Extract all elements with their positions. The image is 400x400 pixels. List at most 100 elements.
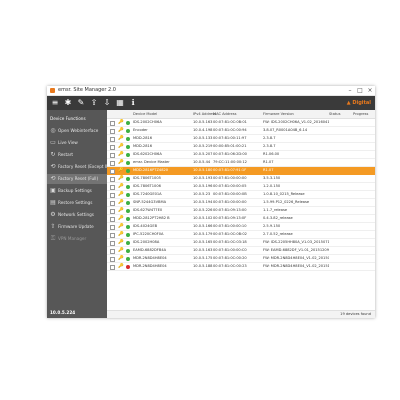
grid-icon[interactable]: ▦ [115,98,125,108]
row-checkbox[interactable] [110,120,115,126]
cell-mac-address: 00:07:81:00:11:97 [213,136,247,140]
table-row[interactable]: 🔑 MDD-2816 10.0.5.133 00:07:81:00:11:97 2.3.… [107,135,375,143]
row-checkbox[interactable] [110,192,115,198]
cell-mac-address: 00:07:81:00:00:00 [213,176,247,180]
sidebar-item-label: Restart [58,152,74,157]
wrench-icon[interactable]: ✎ [76,98,86,108]
table-row[interactable]: 🔑 Encoder 10.0.4.198 00:07:81:0C:00:94 3.8.0… [107,127,375,135]
table-row[interactable]: 🔑 IDS-4024GEB 10.0.5.166 00:07:81:00:00:10 2… [107,223,375,231]
table-row[interactable]: 🔑 IDS-7240GE01A 10.0.5.23 00:07:81:00:00:0B… [107,191,375,199]
sidebar-item-firmware[interactable]: ⇧ Firmware Update [47,222,107,232]
cell-ipv4-address: 10.0.5.23 [193,192,211,196]
row-checkbox[interactable] [110,264,115,270]
cell-firmware-version: 2.3.8.7 [263,144,276,148]
upload-icon[interactable]: ⇪ [89,98,99,108]
minimize-button[interactable]: – [345,86,355,95]
cell-ipv4-address: 10.0.5.196 [193,184,213,188]
cell-firmware-version: FW: IDS-2002CH06A_V1.02_20160419A [263,120,329,124]
col-progress[interactable]: Progress [353,110,368,118]
row-checkbox[interactable] [110,184,115,190]
cell-device-model: IDS-7806T1006 [133,184,161,188]
cell-mac-address: 00:07:81:09:13:0F [213,216,247,220]
status-bar: 19 devices found [107,310,375,318]
sidebar-item-factory-reset[interactable]: ⟲ Factory Reset (Except IP) [47,162,110,172]
current-ip-label: 10.0.5.224 [50,310,76,315]
row-checkbox[interactable] [110,152,115,158]
table-row[interactable]: 🔑 MDD-2816PTZ4820 10.0.5.180 00:07:81:07:91… [107,167,375,175]
table-row[interactable]: 🔑 IDS-627W4T7E0 10.0.5.226 00:07:81:09:13:0… [107,207,375,215]
sidebar-item-monitor[interactable]: ▭ Live View [47,138,107,148]
cell-mac-address: 00:07:81:00:00:0B [213,192,247,196]
key-icon: 🔑 [118,192,124,197]
table-row[interactable]: 🔑 emsr. Device Master 10.0.5.44 79:CC:11:00… [107,159,375,167]
col-mac-address[interactable]: MAC Address [213,110,236,118]
download-icon[interactable]: ⇩ [102,98,112,108]
factory-reset-icon: ⟲ [50,163,56,170]
row-checkbox[interactable] [110,160,115,166]
table-row[interactable]: 🔑 MDR-2N8D4H8E04 10.0.5.175 00:07:81:0C:00:… [107,255,375,263]
row-checkbox[interactable] [110,248,115,254]
table-row[interactable]: 🔑 EAMD-6882DFB4A 10.0.5.163 00:07:81:00:00:… [107,247,375,255]
settings-icon[interactable]: ✱ [63,98,73,108]
menu-icon[interactable]: ≡ [50,98,60,108]
key-icon: 🔑 [118,128,124,133]
cell-device-model: IDS-7240GE01A [133,192,162,196]
table-row[interactable]: 🔑 IPC-5220CH0F0A 10.0.5.179 00:07:81:0C:0B:… [107,231,375,239]
cell-device-model: IDS-2002H08A [133,240,160,244]
row-checkbox[interactable] [110,128,115,134]
row-checkbox[interactable] [110,136,115,142]
status-dot-icon [126,248,130,253]
cell-device-model: MDD-2816PTZ4820 [133,168,169,172]
sidebar-item-backup[interactable]: ▣ Backup Settings [47,186,107,196]
sidebar-item-network[interactable]: ⚙ Network Settings [47,210,107,220]
close-button[interactable]: × [365,86,375,95]
table-row[interactable]: 🔑 MDD-2816 10.0.5.219 00:00:85:01:00:21 2.3.… [107,143,375,151]
table-row[interactable]: 🔑 IDS-6202CH06A 10.0.5.207 00:07:81:06:2D:0… [107,151,375,159]
cell-ipv4-address: 10.0.5.194 [193,200,213,204]
cell-firmware-version: 2.3.8.7 [263,136,276,140]
sidebar-item-restore[interactable]: ▤ Restore Settings [47,198,107,208]
cell-ipv4-address: 10.0.5.44 [193,160,211,164]
table-row[interactable]: 🔑 IDS-2002CH06A 10.0.5.163 00:07:81:0C:0B:0… [107,119,375,127]
table-row[interactable]: 🔑 IDS-7806T1006 10.0.5.196 00:07:81:00:00:0… [107,183,375,191]
table-header: Device Model IPv4 Address MAC Address Fi… [107,110,375,119]
monitor-icon: ▭ [50,139,56,146]
sidebar-item-globe[interactable]: ◎ Open Webinterface [47,126,107,136]
key-icon: 🔑 [118,120,124,125]
cell-device-model: IDS-2002CH06A [133,120,162,124]
col-device-model[interactable]: Device Model [133,110,157,118]
row-checkbox[interactable] [110,216,115,222]
table-row[interactable]: 🔑 IDS-2002H08A 10.0.5.165 00:07:81:0C:03:18… [107,239,375,247]
sidebar-item-vpn[interactable]: ⚿ VPN Manager [47,234,107,244]
col-status[interactable]: Status [329,110,340,118]
key-icon: 🔑 [118,176,124,181]
sidebar-item-restart[interactable]: ↻ Restart [47,150,107,160]
row-checkbox[interactable] [110,200,115,206]
table-row[interactable]: 🔑 MDD-2812PT2H82 B 10.0.5.102 00:07:81:09:1… [107,215,375,223]
table-row[interactable]: 🔑 IDS-7806T1005 10.0.5.193 00:07:81:00:00:0… [107,175,375,183]
cell-ipv4-address: 10.0.5.219 [193,144,213,148]
status-dot-icon [126,216,130,221]
sidebar-item-factory-reset-full[interactable]: ⟲ Factory Reset (Full) [47,174,107,184]
status-dot-icon [126,152,130,157]
row-checkbox[interactable] [110,232,115,238]
cell-mac-address: 00:07:81:00:00:00 [213,200,247,204]
table-row[interactable]: 🔑 SNP-5244G3VBMA 10.0.5.194 00:07:81:00:00:… [107,199,375,207]
maximize-button[interactable]: □ [355,86,365,95]
row-checkbox[interactable] [110,240,115,246]
row-checkbox[interactable] [110,144,115,150]
cell-firmware-version: R1.07 [263,168,274,172]
row-checkbox[interactable] [110,224,115,230]
key-icon: 🔑 [118,208,124,213]
col-firmware-version[interactable]: Firmware Version [263,110,294,118]
cell-device-model: MDD-2812PT2H82 B [133,216,170,220]
row-checkbox[interactable] [110,176,115,182]
cell-device-model: IDS-627W4T7E0 [133,208,163,212]
row-checkbox[interactable] [110,256,115,262]
table-row[interactable]: 🔑 MDR-2N8D4H8E04 10.0.5.188 00:07:81:0C:00:… [107,263,375,271]
cell-firmware-version: R1.07 [263,160,274,164]
row-checkbox[interactable] [110,208,115,214]
info-icon[interactable]: ℹ [128,98,138,108]
cell-device-model: IDS-4024GEB [133,224,158,228]
row-checkbox[interactable] [110,168,115,174]
